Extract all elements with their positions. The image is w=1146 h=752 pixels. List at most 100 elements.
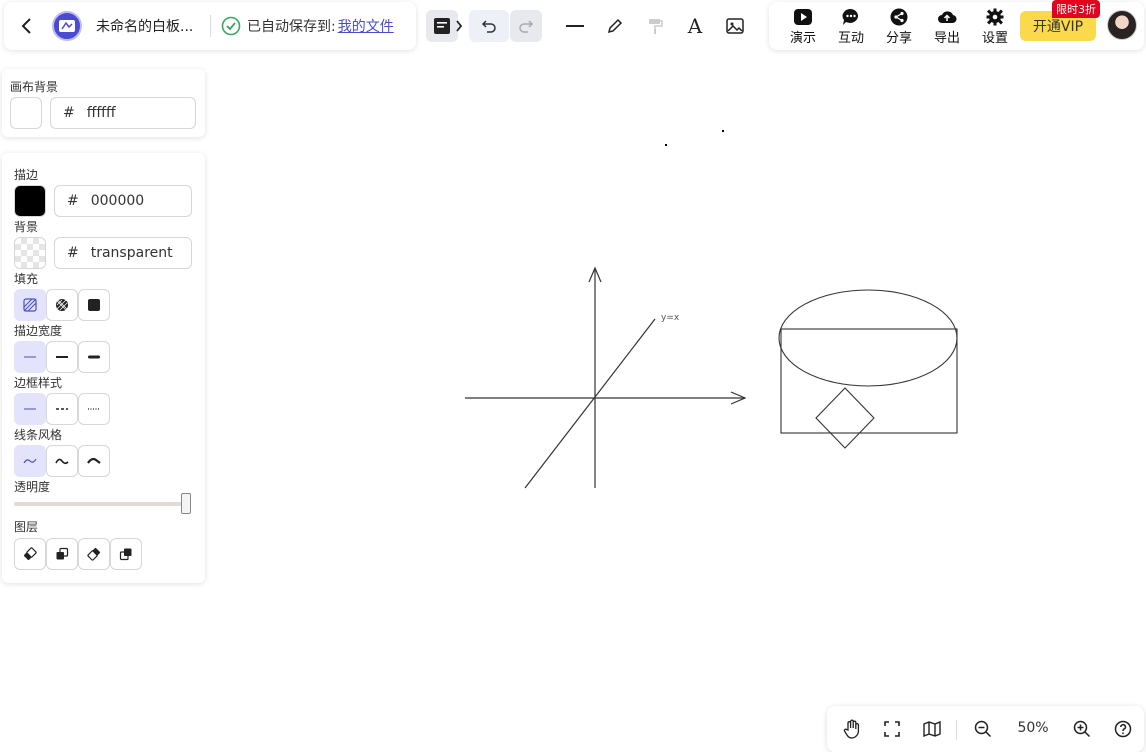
- bold-line-icon: [88, 355, 100, 359]
- chevron-right-icon: [456, 20, 463, 32]
- border-dashed-option[interactable]: [46, 393, 78, 425]
- line-style-label: 线条风格: [14, 428, 63, 442]
- interact-button[interactable]: 互动: [831, 8, 871, 48]
- tool-image[interactable]: [719, 10, 751, 42]
- fit-screen-button[interactable]: [881, 718, 903, 740]
- undo-button[interactable]: [469, 10, 509, 42]
- crosshatch-fill-icon: [56, 299, 68, 311]
- expand-tools-button[interactable]: [452, 10, 466, 42]
- gear-icon: [986, 8, 1004, 26]
- solid-fill-icon: [88, 299, 100, 311]
- sloppiness-cartoonist-option[interactable]: [78, 445, 110, 477]
- zoom-in-button[interactable]: [1071, 718, 1093, 740]
- opacity-slider-thumb[interactable]: [181, 493, 191, 514]
- canvas-color-value: ffffff: [86, 105, 116, 121]
- medium-line-icon: [56, 356, 68, 358]
- chevron-left-icon: [21, 18, 31, 34]
- axes-drawing[interactable]: [465, 266, 747, 489]
- axis-annotation: y=x: [661, 313, 680, 323]
- background-color-input[interactable]: # transparent: [54, 237, 192, 269]
- present-button[interactable]: 演示: [783, 8, 823, 48]
- settings-button[interactable]: 设置: [975, 8, 1015, 48]
- stroke-width-thin-option[interactable]: [14, 341, 46, 373]
- smooth-wave-icon: [23, 458, 37, 464]
- vip-discount-badge: 限时3折: [1052, 0, 1100, 18]
- divider: [210, 15, 211, 37]
- export-label: 导出: [933, 31, 960, 46]
- help-button[interactable]: [1112, 718, 1134, 740]
- chat-bubble-icon: [842, 8, 859, 25]
- stroke-width-medium-option[interactable]: [46, 341, 78, 373]
- fill-hachure-option[interactable]: [14, 289, 46, 321]
- save-status: 已自动保存到:: [247, 19, 336, 35]
- tool-text[interactable]: A: [679, 10, 711, 42]
- opacity-slider-track[interactable]: [14, 502, 190, 506]
- cloud-upload-icon: [938, 11, 957, 24]
- send-backward-button[interactable]: [46, 538, 78, 570]
- redo-button[interactable]: [510, 10, 542, 42]
- tool-format-painter[interactable]: [639, 10, 671, 42]
- canvas-background-panel: 画布背景 # ffffff: [2, 69, 205, 137]
- hatch-fill-icon: [23, 298, 37, 312]
- layer-label: 图层: [14, 520, 39, 534]
- document-title[interactable]: 未命名的白板...: [96, 16, 196, 36]
- title-bar: 未命名的白板... 已自动保存到: 我的文件: [4, 2, 416, 50]
- action-bar: 演示 互动 分享 导出 设置 开通VIP 限时3折: [769, 0, 1144, 50]
- bring-to-front-button[interactable]: [110, 538, 142, 570]
- shape-group[interactable]: [778, 289, 958, 449]
- tool-line[interactable]: [559, 10, 591, 42]
- border-dotted-option[interactable]: [78, 393, 110, 425]
- settings-label: 设置: [981, 31, 1008, 46]
- note-icon: [434, 18, 450, 34]
- interact-label: 互动: [837, 31, 864, 46]
- canvas-dots: [665, 130, 724, 146]
- background-label: 背景: [14, 220, 39, 234]
- background-color-swatch[interactable]: [14, 237, 46, 269]
- hand-tool-button[interactable]: [841, 718, 863, 740]
- send-to-back-button[interactable]: [14, 538, 46, 570]
- back-button[interactable]: [10, 9, 44, 43]
- stroke-color-value: 000000: [90, 193, 145, 209]
- fill-crosshatch-option[interactable]: [46, 289, 78, 321]
- undo-icon: [481, 20, 496, 33]
- stroke-label: 描边: [14, 168, 39, 182]
- stroke-width-label: 描边宽度: [14, 324, 63, 338]
- properties-panel: 描边 # 000000 背景 # transparent 填充 描边宽度 边框样…: [2, 153, 205, 583]
- fullscreen-icon: [884, 721, 900, 737]
- border-solid-option[interactable]: [14, 393, 46, 425]
- zoom-out-button[interactable]: [972, 718, 994, 740]
- canvas-color-input[interactable]: # ffffff: [50, 97, 196, 129]
- sloppiness-artist-option[interactable]: [46, 445, 78, 477]
- zoom-out-icon: [974, 720, 992, 738]
- share-button[interactable]: 分享: [879, 8, 919, 48]
- tool-pen[interactable]: [599, 10, 631, 42]
- minimap-button[interactable]: [921, 718, 943, 740]
- bring-forward-icon: [87, 547, 101, 561]
- hand-icon: [843, 719, 860, 739]
- stroke-color-input[interactable]: # 000000: [54, 185, 192, 217]
- dashed-border-icon: [56, 408, 68, 410]
- play-icon: [794, 9, 812, 25]
- fill-solid-option[interactable]: [78, 289, 110, 321]
- canvas-background-label: 画布背景: [10, 80, 59, 94]
- zoom-level: 50%: [1017, 720, 1049, 736]
- check-circle-icon: [221, 16, 241, 36]
- present-label: 演示: [789, 31, 816, 46]
- map-icon: [923, 721, 941, 737]
- user-avatar[interactable]: [1107, 10, 1137, 40]
- view-controls-bar: 50%: [827, 706, 1144, 752]
- background-color-value: transparent: [90, 245, 173, 261]
- border-style-label: 边框样式: [14, 376, 63, 390]
- sloppiness-architect-option[interactable]: [14, 445, 46, 477]
- app-logo[interactable]: [52, 11, 82, 41]
- stroke-color-swatch[interactable]: [14, 185, 46, 217]
- hash-icon: #: [67, 245, 79, 261]
- save-location-link[interactable]: 我的文件: [338, 16, 394, 36]
- export-button[interactable]: 导出: [927, 8, 967, 48]
- bring-forward-button[interactable]: [78, 538, 110, 570]
- canvas-color-swatch[interactable]: [10, 97, 42, 129]
- zoom-in-icon: [1073, 720, 1091, 738]
- wave-icon: [55, 458, 69, 465]
- fill-label: 填充: [14, 272, 39, 286]
- stroke-width-bold-option[interactable]: [78, 341, 110, 373]
